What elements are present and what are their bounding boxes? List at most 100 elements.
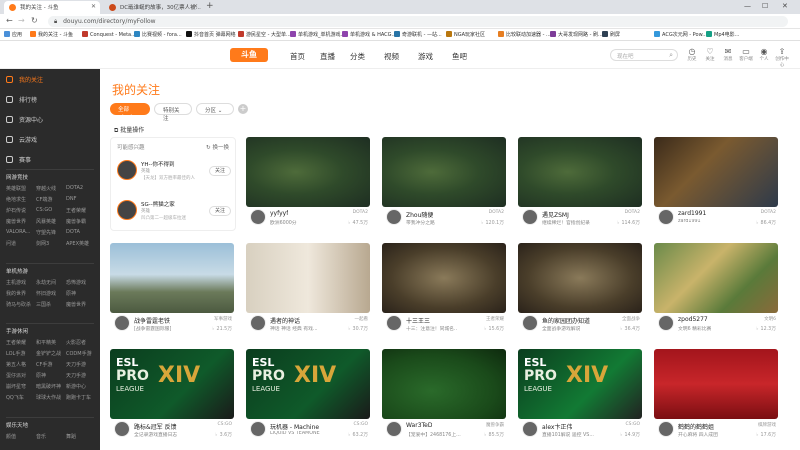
- avatar[interactable]: [522, 421, 538, 437]
- sidebar-game-link[interactable]: 炉石传说: [6, 207, 36, 214]
- streamer-name[interactable]: 路标&冠军 反馈: [134, 422, 177, 431]
- live-room-card[interactable]: 战争雷霆老铁 军事游戏 [战争雷霆国际服] 21.5万: [110, 243, 234, 339]
- sidebar-game-link[interactable]: 球球大作战: [36, 394, 66, 401]
- sidebar-game-link[interactable]: 我的世界: [6, 290, 36, 297]
- sidebar-game-link[interactable]: DOTA: [66, 229, 96, 236]
- room-thumbnail[interactable]: [382, 137, 506, 207]
- avatar[interactable]: [658, 209, 674, 225]
- nav-category[interactable]: 分类: [350, 51, 365, 62]
- bookmark-item[interactable]: 我的关注 - 斗鱼: [30, 31, 73, 38]
- streamer-name[interactable]: alex卞正伟: [542, 422, 572, 431]
- room-thumbnail[interactable]: ESL PRO LEAGUE XIV: [246, 349, 370, 419]
- sidebar-game-link[interactable]: APEX英雄: [66, 240, 96, 247]
- live-room-card[interactable]: ESL PRO LEAGUE XIV alex卞正伟 CS:GO 直播101解说 遥控 VS…: [518, 349, 642, 445]
- bookmark-item[interactable]: 大哥发现网路 - 刷...: [550, 31, 603, 38]
- sidebar-game-link[interactable]: 怀旧游戏: [36, 290, 66, 297]
- sidebar-game-link[interactable]: CF端游: [36, 196, 66, 203]
- room-thumbnail[interactable]: [246, 243, 370, 313]
- streamer-name[interactable]: 鹤鹤的鹤鹤姐: [678, 422, 714, 431]
- new-tab-icon[interactable]: +: [206, 1, 214, 11]
- room-category[interactable]: 棋牌游戏: [758, 422, 776, 428]
- sidebar-game-link[interactable]: 主机游戏: [6, 279, 36, 286]
- refresh-button[interactable]: ↻ 换一换: [206, 143, 229, 151]
- sidebar-game-link[interactable]: 原神: [36, 372, 66, 379]
- close-window-icon[interactable]: ✕: [782, 2, 788, 10]
- avatar[interactable]: [522, 209, 538, 225]
- filter-special[interactable]: 特别关注: [154, 103, 192, 122]
- bookmark-item[interactable]: 应用: [4, 31, 22, 38]
- sidebar-game-link[interactable]: 第五人格: [6, 361, 36, 368]
- batch-operation-button[interactable]: ⧉ 批量操作: [114, 125, 144, 135]
- close-tab-icon[interactable]: ✕: [193, 3, 198, 10]
- sidebar-game-link[interactable]: 和平精英: [36, 339, 66, 346]
- nav-video[interactable]: 视频: [384, 51, 399, 62]
- room-thumbnail[interactable]: [518, 243, 642, 313]
- bookmark-item[interactable]: 游民星空 - 大型单...: [238, 31, 291, 38]
- nav-game[interactable]: 游戏: [418, 51, 433, 62]
- back-icon[interactable]: ←: [6, 16, 13, 25]
- sidebar-item[interactable]: 排行榜: [6, 95, 37, 104]
- follow-button[interactable]: 关注: [209, 206, 231, 216]
- search-icon[interactable]: ⌕: [669, 51, 673, 60]
- live-room-card[interactable]: 遇见ZSMJ DOTA2 继续稀烂！官指创纪录 114.6万: [518, 137, 642, 233]
- avatar[interactable]: [386, 421, 402, 437]
- filter-all[interactable]: 全部（15）: [110, 103, 150, 121]
- bookmark-item[interactable]: 单机游戏 & HACG...: [342, 31, 396, 38]
- sidebar-game-link[interactable]: VALORA...: [6, 229, 36, 236]
- room-category[interactable]: DOTA2: [761, 210, 776, 215]
- nav-home[interactable]: 首页: [290, 51, 305, 62]
- room-thumbnail[interactable]: ESL PRO LEAGUE XIV: [110, 349, 234, 419]
- avatar[interactable]: [250, 209, 266, 225]
- bookmark-item[interactable]: Mp4电影...: [706, 31, 739, 38]
- upload-icon[interactable]: ⇪ 创作中心: [774, 47, 790, 68]
- avatar[interactable]: [522, 315, 538, 331]
- streamer-name[interactable]: 战争雷霆老铁: [134, 316, 170, 325]
- live-room-card[interactable]: ESLPROLEAGUE XIV 路标&冠军 反馈 CS:GO 全记录游戏直播日志 3.6…: [110, 349, 234, 445]
- douyu-logo[interactable]: 斗鱼: [230, 48, 268, 62]
- sidebar-game-link[interactable]: 恐怖游戏: [66, 279, 96, 286]
- live-room-card[interactable]: yyfyyf DOTA2 欧洲6000分 47.5万: [246, 137, 370, 233]
- room-category[interactable]: CS:GO: [625, 422, 640, 427]
- sidebar-game-link[interactable]: 暗黑破坏神: [36, 383, 66, 390]
- room-thumbnail[interactable]: [382, 349, 506, 419]
- room-thumbnail[interactable]: [382, 243, 506, 313]
- live-room-card[interactable]: zard1991 DOTA2 zard1991 86.4万: [654, 137, 778, 233]
- nav-live[interactable]: 直播: [320, 51, 335, 62]
- sidebar-item[interactable]: 赛事: [6, 155, 31, 164]
- sidebar-game-link[interactable]: 魔兽世界: [6, 218, 36, 225]
- room-category[interactable]: 王者荣耀: [486, 316, 504, 322]
- room-category[interactable]: DOTA2: [489, 210, 504, 215]
- avatar[interactable]: [114, 421, 130, 437]
- bookmark-item[interactable]: 比赛视频 - fora...: [134, 31, 182, 38]
- sidebar-game-link[interactable]: 永劫无间: [36, 279, 66, 286]
- room-thumbnail[interactable]: [110, 243, 234, 313]
- avatar[interactable]: [250, 315, 266, 331]
- history-icon[interactable]: ◷ 历史: [684, 47, 700, 62]
- sidebar-game-link[interactable]: 跑跑卡丁车: [66, 394, 96, 401]
- bookmark-item[interactable]: ACG次元网 - Pow...: [654, 31, 707, 38]
- room-thumbnail[interactable]: [654, 137, 778, 207]
- room-thumbnail[interactable]: [654, 349, 778, 419]
- sidebar-game-link[interactable]: 守望先锋: [36, 229, 66, 236]
- room-category[interactable]: 全面战争: [622, 316, 640, 322]
- live-room-card[interactable]: 鱼的家园团办知道 全面战争全面战争游戏解说 36.4万: [518, 243, 642, 339]
- sidebar-game-link[interactable]: 魔兽争霸: [66, 218, 96, 225]
- streamer-name[interactable]: 遇者的神话: [270, 316, 300, 325]
- sidebar-game-link[interactable]: 金铲铲之战: [36, 350, 66, 357]
- live-room-card[interactable]: zpod5277 文明6 文明6 精彩比赛 12.3万: [654, 243, 778, 339]
- recommend-name[interactable]: SG--熊猫之家: [141, 200, 175, 208]
- live-room-card[interactable]: 十三王三 王者荣耀十三：注意注！同城名.. 15.6万: [382, 243, 506, 339]
- room-category[interactable]: DOTA2: [625, 210, 640, 215]
- sidebar-game-link[interactable]: 问道: [6, 240, 36, 247]
- streamer-name[interactable]: zpod5277: [678, 316, 708, 323]
- client-icon[interactable]: ▭ 客户端: [738, 47, 754, 62]
- avatar[interactable]: [117, 200, 137, 220]
- sidebar-game-link[interactable]: CS:GO: [36, 207, 66, 214]
- sidebar-game-link[interactable]: 新游中心: [66, 383, 96, 390]
- search-input[interactable]: 现在吧 ⌕: [610, 49, 678, 61]
- sidebar-game-link[interactable]: 王者荣耀: [6, 339, 36, 346]
- sidebar-game-link[interactable]: 穿越火线: [36, 185, 66, 192]
- streamer-name[interactable]: 玩机器 - Machine: [270, 422, 319, 431]
- sidebar-game-link[interactable]: 英雄联盟: [6, 185, 36, 192]
- close-tab-icon[interactable]: ✕: [91, 3, 96, 10]
